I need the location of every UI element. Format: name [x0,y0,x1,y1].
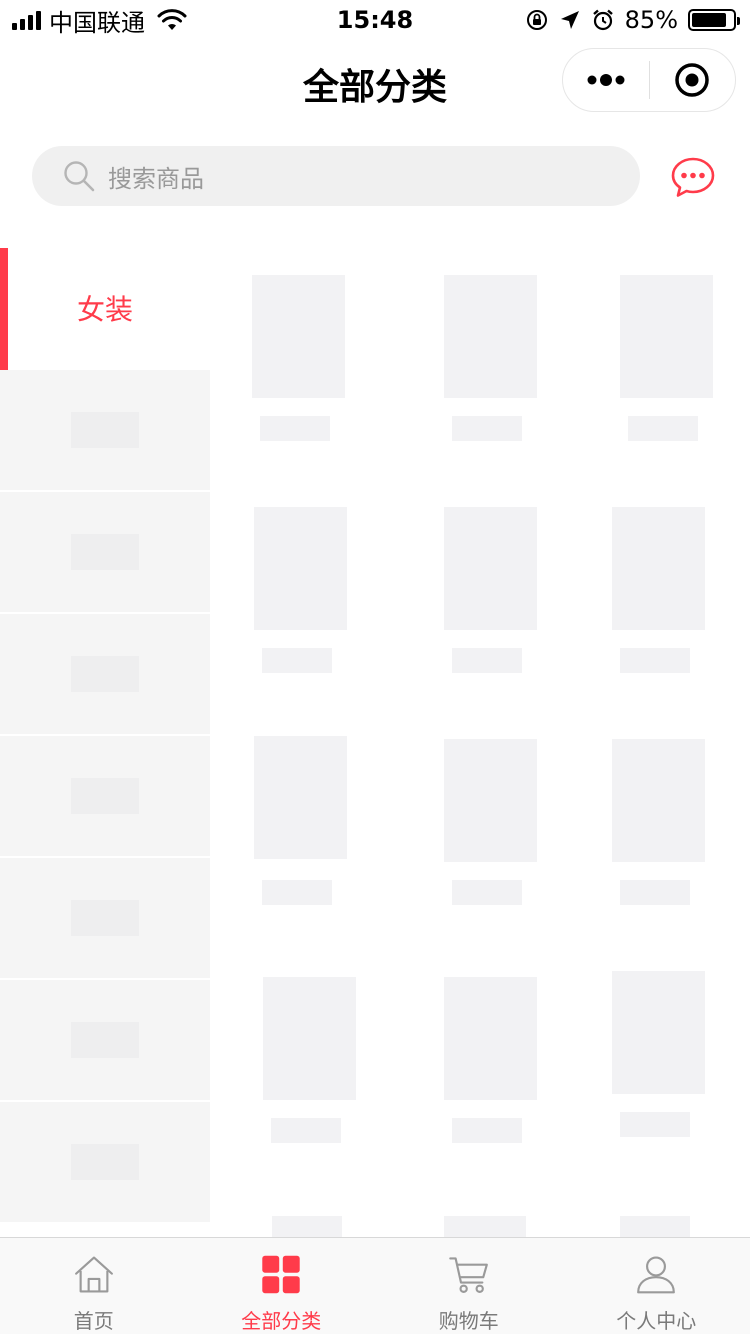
product-name-placeholder [272,1216,342,1238]
alarm-icon [592,9,613,31]
product-name-placeholder [620,1112,690,1137]
product-card[interactable] [444,739,538,905]
sidebar-item-placeholder [71,534,139,570]
battery-percent: 85% [624,6,678,34]
product-name-placeholder [260,416,330,441]
product-name-placeholder [620,1216,690,1238]
close-target-icon [675,63,709,97]
product-image-placeholder [254,736,347,859]
sidebar-item[interactable] [0,370,210,492]
tab-cart[interactable]: 购物车 [375,1238,563,1334]
product-card[interactable] [254,507,348,673]
status-right: 85% [525,6,740,34]
sidebar-item[interactable] [0,492,210,614]
product-card[interactable] [620,275,714,441]
tab-label: 个人中心 [616,1309,697,1333]
product-name-placeholder [452,416,522,441]
product-name-placeholder [262,648,332,673]
tab-home[interactable]: 首页 [0,1238,188,1334]
product-image-placeholder [444,275,537,398]
search-icon [64,161,95,192]
product-name-placeholder [628,416,698,441]
product-card[interactable] [612,507,706,673]
search-input[interactable]: 搜索商品 [32,146,640,206]
product-image-placeholder [612,739,705,862]
product-image-placeholder [612,971,705,1094]
category-sidebar: 女装 [0,248,210,1238]
sidebar-item[interactable] [0,1102,210,1224]
product-name-placeholder [452,880,522,905]
product-card[interactable] [264,1216,358,1238]
mini-program-capsule [562,48,736,112]
battery-icon [688,9,740,31]
navigation-bar: 全部分类 [0,40,750,122]
product-name-placeholder [444,1216,526,1238]
battery-level-fill [692,13,726,27]
sidebar-item-placeholder [71,1144,139,1180]
product-name-placeholder [452,648,522,673]
product-image-placeholder [252,275,345,398]
tab-categories[interactable]: 全部分类 [188,1238,376,1334]
cart-icon [448,1257,488,1293]
sidebar-item-label: 女装 [76,293,133,326]
product-card[interactable] [444,507,538,673]
product-image-placeholder [444,739,537,862]
product-card[interactable] [254,736,348,905]
product-image-placeholder [444,507,537,630]
product-card[interactable] [444,275,538,441]
tab-label: 全部分类 [241,1309,322,1333]
search-row: 搜索商品 [0,146,750,206]
product-image-placeholder [612,507,705,630]
sidebar-item-placeholder [71,656,139,692]
status-bar: 中国联通 15:48 85% [0,0,750,40]
chat-bubble-icon[interactable] [670,156,716,198]
tab-profile[interactable]: 个人中心 [563,1238,750,1334]
product-card[interactable] [436,1216,530,1238]
location-icon [560,11,579,29]
product-card[interactable] [263,977,357,1143]
product-card[interactable] [612,1216,706,1238]
user-icon [637,1256,676,1294]
product-card[interactable] [252,275,346,441]
close-button[interactable] [650,49,736,111]
tab-label: 首页 [73,1309,114,1333]
product-name-placeholder [262,880,332,905]
sidebar-item[interactable] [0,858,210,980]
home-icon [74,1256,113,1293]
sidebar-item-womens[interactable]: 女装 [0,248,210,370]
product-image-placeholder [620,275,713,398]
product-card[interactable] [612,739,706,905]
product-image-placeholder [444,977,537,1100]
sidebar-item-placeholder [71,900,139,936]
search-placeholder: 搜索商品 [108,164,204,193]
sidebar-item-placeholder [71,1022,139,1058]
product-name-placeholder [620,880,690,905]
sidebar-item[interactable] [0,614,210,736]
product-name-placeholder [452,1118,522,1143]
category-grid-icon [262,1255,300,1294]
product-card[interactable] [444,977,538,1143]
product-image-placeholder [263,977,356,1100]
product-card[interactable] [612,971,706,1137]
product-name-placeholder [271,1118,341,1143]
orientation-lock-icon [526,10,547,30]
sidebar-item[interactable] [0,736,210,858]
more-dots-icon [587,74,625,86]
sidebar-item-placeholder [71,778,139,814]
tab-bar: 首页 全部分类 购物车 个人中心 [0,1237,750,1334]
tab-label: 购物车 [438,1309,499,1333]
sidebar-item[interactable] [0,980,210,1102]
sidebar-item-placeholder [71,412,139,448]
more-button[interactable] [563,49,649,111]
product-image-placeholder [254,507,347,630]
product-name-placeholder [620,648,690,673]
product-grid [210,248,750,1238]
